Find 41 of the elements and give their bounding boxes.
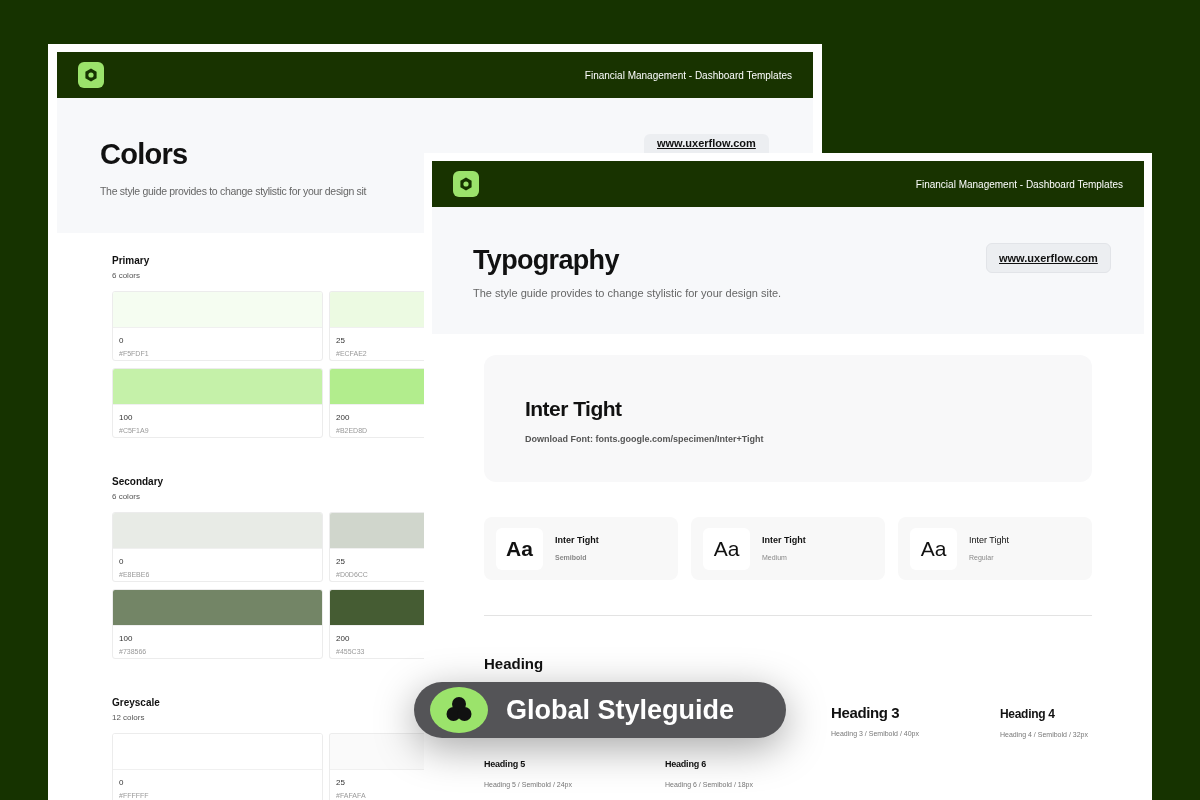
header-title: Financial Management - Dashboard Templates	[915, 177, 1123, 192]
page-subtitle: The style guide provides to change stylistic for your design site.	[473, 286, 782, 301]
heading-sample: Heading 4	[1000, 705, 1055, 723]
swatch-label: 25	[336, 335, 346, 347]
swatch-label: 25	[336, 777, 346, 789]
circles-icon	[430, 687, 488, 733]
font-sample: Aa	[910, 527, 957, 570]
font-sample: Aa	[496, 527, 543, 570]
website-link-button[interactable]: www.uxerflow.com	[644, 134, 769, 153]
swatch-label: 0	[119, 556, 125, 568]
section-title: Greyscale	[112, 696, 160, 710]
swatch-label: 200	[336, 412, 351, 424]
font-name: Inter Tight	[969, 534, 1010, 547]
swatch-label: 0	[119, 777, 125, 789]
website-link-button[interactable]: www.uxerflow.com	[986, 243, 1111, 273]
swatch-label: 200	[336, 633, 351, 645]
page-title: Colors	[100, 137, 188, 172]
color-count: 6 colors	[112, 270, 140, 282]
font-name: Inter Tight	[762, 534, 806, 547]
swatch-label: 0	[119, 335, 125, 347]
color-count: 6 colors	[112, 491, 140, 503]
heading-sample: Heading 6	[665, 758, 706, 771]
page-subtitle: The style guide provides to change stylistic for your design sit	[100, 184, 367, 199]
section-title: Primary	[112, 254, 150, 268]
badge-label: Global Styleguide	[506, 693, 735, 727]
font-download-text: Download Font: fonts.google.com/specimen/Inter+Tight	[525, 432, 765, 446]
font-name: Inter Tight	[525, 396, 623, 422]
color-count: 12 colors	[112, 712, 145, 724]
section-title: Secondary	[112, 475, 164, 489]
heading-sample: Heading 5	[484, 758, 525, 771]
swatch-label: 25	[336, 556, 346, 568]
header-title: Financial Management - Dashboard Templates	[584, 68, 792, 83]
heading-sample: Heading 3	[831, 702, 900, 723]
font-sample: Aa	[703, 527, 750, 570]
font-name: Inter Tight	[555, 534, 599, 547]
swatch-label: 100	[119, 412, 134, 424]
logo-icon	[78, 62, 104, 88]
swatch-label: 100	[119, 633, 134, 645]
page-title: Typography	[473, 244, 619, 277]
logo-icon	[453, 171, 479, 197]
section-title: Heading	[484, 654, 544, 674]
